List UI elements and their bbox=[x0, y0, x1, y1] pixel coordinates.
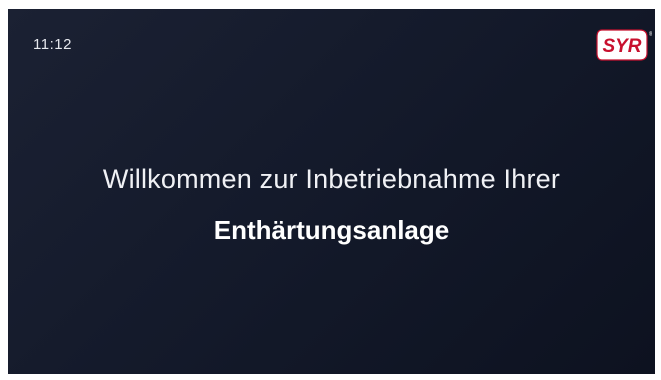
welcome-screen: 11:12 SYR ® Willkommen zur Inbetriebnahm… bbox=[8, 9, 655, 374]
registered-mark: ® bbox=[649, 31, 652, 38]
syr-logo: SYR ® bbox=[596, 29, 652, 61]
device-name: Enthärtungsanlage bbox=[213, 215, 450, 245]
logo-text: SYR bbox=[602, 36, 641, 57]
clock: 11:12 bbox=[33, 36, 72, 53]
welcome-heading: Willkommen zur Inbetriebnahme Ihrer bbox=[102, 164, 561, 194]
